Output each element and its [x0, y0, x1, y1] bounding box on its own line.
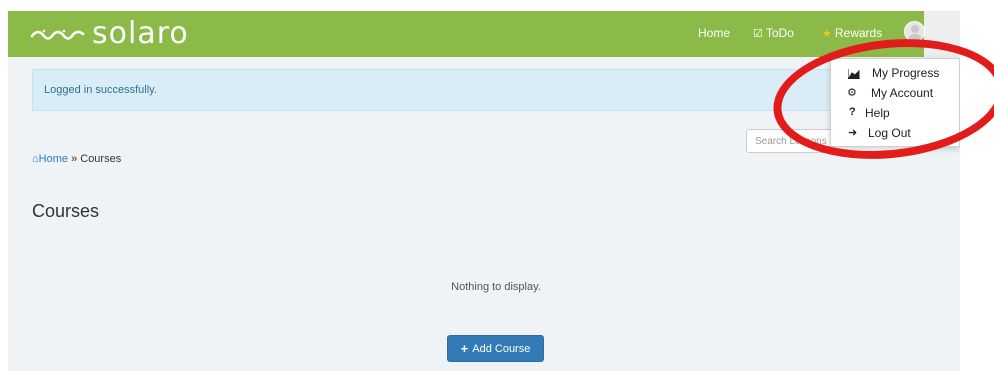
success-alert: Logged in successfully. [32, 69, 932, 111]
avatar-menu-toggle-area[interactable] [924, 11, 960, 57]
menu-item-log-out-label: Log Out [868, 126, 911, 140]
add-course-label: Add Course [472, 342, 531, 355]
checkbox-icon: ☑ [753, 28, 763, 40]
solaro-wave-icon [30, 29, 85, 40]
user-dropdown-menu: My Progress ⚙ My Account ? Help ➜ Log Ou… [830, 58, 960, 147]
page-title: Courses [32, 201, 100, 221]
menu-item-my-progress-label: My Progress [872, 66, 940, 80]
page-margin [960, 11, 994, 371]
menu-item-help[interactable]: ? Help [831, 103, 960, 123]
search-placeholder: Search Lessons [755, 136, 827, 147]
menu-item-help-label: Help [865, 106, 890, 120]
chart-area-icon [847, 68, 860, 80]
breadcrumb-separator: » [71, 153, 78, 165]
plus-icon: + [460, 341, 469, 356]
alert-message: Logged in successfully. [44, 84, 157, 96]
home-icon: ⌂ [32, 153, 39, 165]
sign-out-icon: ➜ [848, 127, 858, 139]
menu-item-my-account-label: My Account [871, 86, 934, 100]
nav-todo-link[interactable]: ☑ ToDo [753, 26, 794, 40]
user-avatar[interactable] [904, 21, 925, 42]
nav-todo-label: ToDo [765, 26, 794, 40]
app-window: solaro Home ☑ ToDo ★ Rewards Logged in suc… [8, 11, 960, 371]
breadcrumb-home-link[interactable]: ⌂Home [32, 153, 68, 165]
breadcrumb-current: Courses [80, 153, 122, 165]
menu-item-my-progress[interactable]: My Progress [831, 63, 960, 83]
cogs-icon: ⚙ [847, 87, 857, 99]
menu-item-log-out[interactable]: ➜ Log Out [831, 123, 960, 143]
add-course-button[interactable]: + Add Course [447, 335, 544, 362]
nav-rewards-link[interactable]: ★ Rewards [822, 26, 882, 40]
brand-name: solaro [92, 16, 189, 51]
menu-item-my-account[interactable]: ⚙ My Account [831, 83, 960, 103]
breadcrumb-home-label: Home [38, 153, 68, 165]
nav-home-link[interactable]: Home [698, 26, 730, 40]
breadcrumb: ⌂Home » Courses [32, 153, 121, 165]
nav-rewards-label: Rewards [834, 26, 883, 40]
empty-state-text: Nothing to display. [451, 281, 541, 293]
top-navbar: solaro Home ☑ ToDo ★ Rewards [8, 11, 960, 57]
question-icon: ? [849, 106, 856, 118]
star-icon: ★ [822, 28, 832, 40]
brand-logo[interactable]: solaro [30, 17, 189, 51]
